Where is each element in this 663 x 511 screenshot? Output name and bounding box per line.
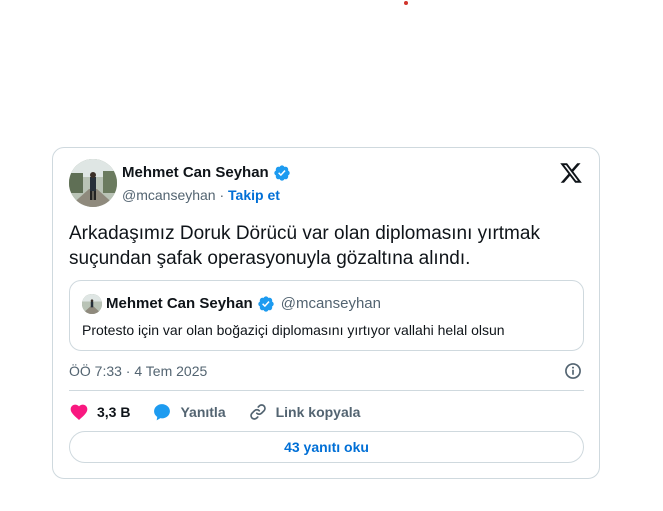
quote-author-name: Mehmet Can Seyhan — [106, 295, 253, 312]
read-replies-button[interactable]: 43 yanıtı oku — [69, 431, 584, 463]
heart-icon — [70, 404, 88, 420]
link-icon — [249, 404, 266, 420]
action-bar: 3,3 B Yanıtla Link kopyala — [69, 401, 382, 423]
timestamp[interactable]: ÖÖ 7:33 · 4 Tem 2025 — [69, 362, 207, 380]
reply-bubble-icon — [154, 404, 171, 421]
like-count: 3,3 B — [97, 404, 131, 420]
reply-label: Yanıtla — [180, 404, 226, 420]
avatar[interactable] — [69, 159, 117, 207]
tweet-text: Arkadaşımız Doruk Dörücü var olan diplom… — [69, 221, 579, 271]
follow-button[interactable]: Takip et — [228, 187, 280, 203]
quote-avatar — [82, 294, 102, 314]
author-block: Mehmet Can Seyhan @mcanseyhan · Takip et — [122, 164, 291, 204]
tweet-text-line-1: Arkadaşımız Doruk Dörücü var olan diplom… — [69, 223, 540, 244]
author-handle[interactable]: @mcanseyhan — [122, 187, 216, 203]
info-icon[interactable] — [563, 361, 583, 381]
embedded-tweet-card: Mehmet Can Seyhan @mcanseyhan · Takip et… — [52, 147, 600, 479]
verified-badge-icon — [258, 296, 274, 312]
quote-text: Protesto için var olan boğaziçi diplomas… — [82, 322, 505, 338]
reply-button[interactable]: Yanıtla — [152, 402, 226, 422]
red-dot — [404, 1, 408, 5]
verified-badge-icon — [274, 165, 290, 181]
like-button[interactable]: 3,3 B — [69, 402, 130, 422]
separator: · — [219, 187, 225, 203]
quoted-tweet[interactable]: Mehmet Can Seyhan @mcanseyhan Protesto i… — [69, 280, 584, 351]
divider — [69, 390, 584, 391]
author-name[interactable]: Mehmet Can Seyhan — [122, 164, 269, 182]
copy-link-button[interactable]: Link kopyala — [248, 402, 361, 422]
tweet-text-line-2: suçundan şafak operasyonuyla gözaltına a… — [69, 248, 471, 269]
quote-author-handle: @mcanseyhan — [280, 295, 381, 312]
x-logo-icon[interactable] — [559, 161, 583, 185]
copy-link-label: Link kopyala — [275, 404, 361, 420]
